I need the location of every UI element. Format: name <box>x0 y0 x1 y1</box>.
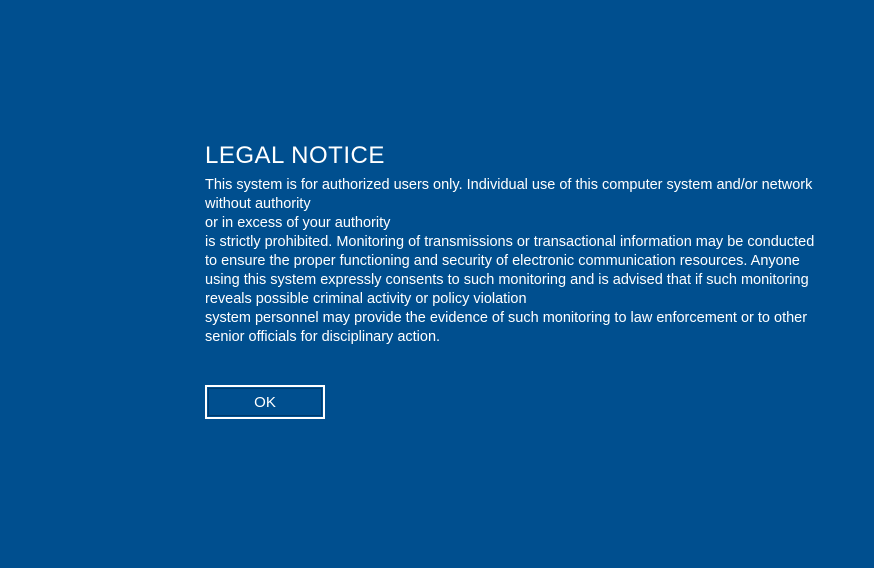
legal-notice-line-1: This system is for authorized users only… <box>205 177 812 212</box>
legal-notice-line-4: system personnel may provide the evidenc… <box>205 310 807 345</box>
legal-notice-panel: LEGAL NOTICE This system is for authoriz… <box>205 142 830 419</box>
legal-notice-body: This system is for authorized users only… <box>205 176 830 347</box>
legal-notice-title: LEGAL NOTICE <box>205 142 830 170</box>
legal-notice-line-2: or in excess of your authority <box>205 215 390 231</box>
ok-button[interactable]: OK <box>205 385 325 419</box>
legal-notice-line-3: is strictly prohibited. Monitoring of tr… <box>205 234 814 307</box>
